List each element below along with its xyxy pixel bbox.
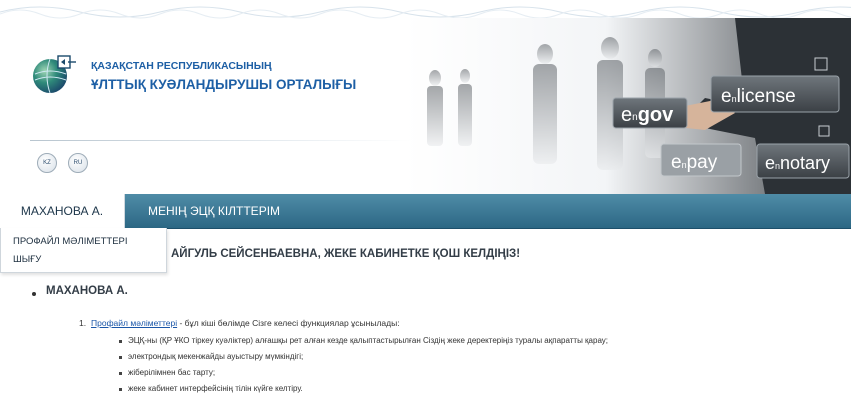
sub-bullet bbox=[119, 372, 122, 375]
sub-list-item: жіберілімнен бас тарту; bbox=[128, 368, 216, 377]
site-header: engov enlicense enpay ennotary ҚАЗАҚСТАН… bbox=[0, 0, 851, 194]
epay-label: enpay bbox=[671, 152, 718, 173]
menu-item-logout[interactable]: ШЫҒУ bbox=[13, 254, 41, 265]
sub-bullet bbox=[119, 388, 122, 391]
welcome-heading: АЙГУЛЬ СЕЙСЕНБАЕВНА, ЖЕКЕ КАБИНЕТКЕ ҚОШ … bbox=[171, 248, 521, 260]
list-item-description: - бұл кіші бөлімде Сізге келесі функциял… bbox=[177, 318, 400, 328]
user-dropdown-menu: ПРОФАЙЛ МӘЛІМЕТТЕРІ ШЫҒУ bbox=[0, 228, 167, 273]
eservices-banner: engov enlicense enpay ennotary bbox=[405, 18, 851, 194]
list-item: Профайл мәліметтері - бұл кіші бөлімде С… bbox=[91, 318, 400, 328]
tab-user-profile[interactable]: МАХАНОВА А. bbox=[0, 194, 125, 228]
tab-my-keys[interactable]: МЕНІҢ ЭЦҚ КІЛТТЕРІМ bbox=[148, 194, 280, 228]
sub-bullet bbox=[119, 340, 122, 343]
sub-list-item: ЭЦҚ-ны (ҚР ҰКО тіркеу куәліктер) алғашқы… bbox=[128, 336, 609, 345]
globe-logo-icon bbox=[33, 55, 76, 94]
section-bullet bbox=[32, 292, 36, 296]
sub-list-item: электрондық мекенжайды ауыстыру мүмкінді… bbox=[128, 352, 304, 361]
section-title: МАХАНОВА А. bbox=[46, 285, 128, 297]
sub-list-item: жеке кабинет интерфейсінің тілін күйге к… bbox=[128, 384, 303, 393]
menu-item-profile[interactable]: ПРОФАЙЛ МӘЛІМЕТТЕРІ bbox=[13, 236, 128, 247]
main-nav: МАХАНОВА А. МЕНІҢ ЭЦҚ КІЛТТЕРІМ bbox=[0, 194, 851, 229]
egov-label: engov bbox=[621, 104, 674, 126]
lang-kz-button[interactable]: KZ bbox=[37, 153, 57, 173]
enotary-label: ennotary bbox=[765, 153, 830, 173]
profile-details-link[interactable]: Профайл мәліметтері bbox=[91, 318, 177, 328]
list-item-number: 1. bbox=[79, 318, 87, 328]
sub-bullet bbox=[119, 356, 122, 359]
org-name-line1: ҚАЗАҚСТАН РЕСПУБЛИКАСЫНЫҢ bbox=[91, 60, 272, 72]
org-name-line2: ҰЛТТЫҚ КУӘЛАНДЫРУШЫ ОРТАЛЫҒЫ bbox=[91, 77, 357, 92]
header-divider bbox=[30, 140, 410, 141]
lang-ru-button[interactable]: RU bbox=[68, 153, 88, 173]
